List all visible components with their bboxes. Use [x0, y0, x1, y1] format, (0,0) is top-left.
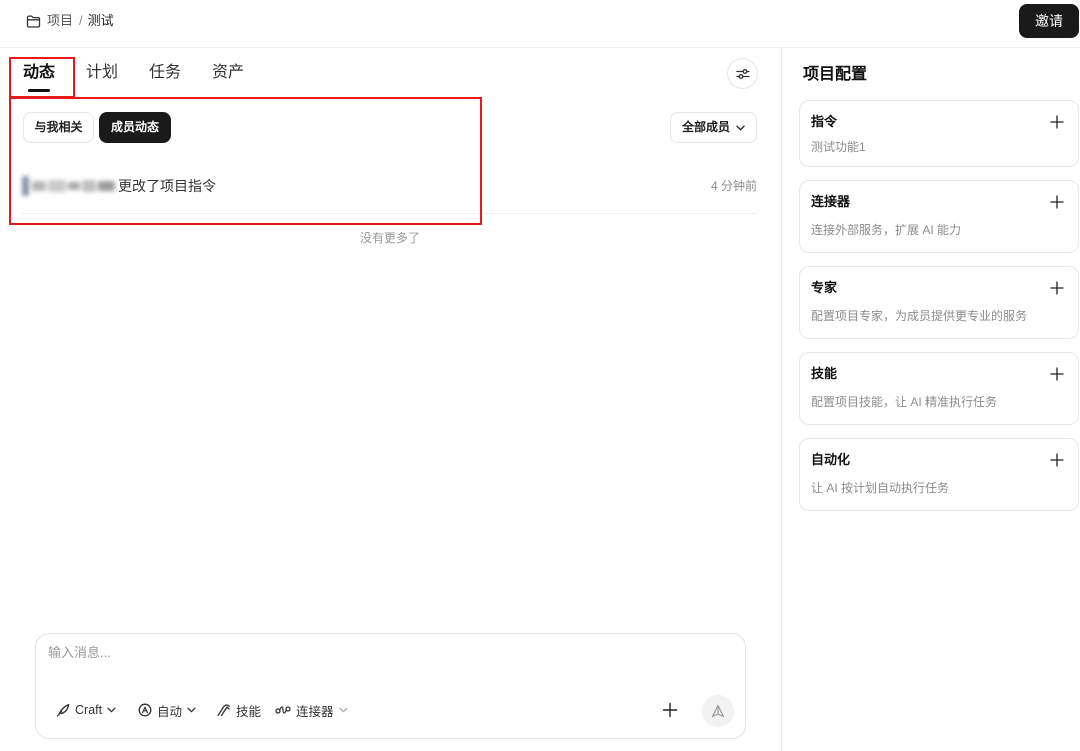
- model-label: Craft: [75, 703, 103, 717]
- chevron-down-icon: [736, 125, 745, 131]
- mode-select[interactable]: 自动: [138, 700, 196, 720]
- feed-divider: [22, 213, 757, 214]
- card-description: 测试功能1: [811, 140, 866, 154]
- add-instruction-button[interactable]: [1050, 115, 1064, 129]
- activity-item: 更改了项目指令 4 分钟前: [22, 175, 757, 197]
- breadcrumb: 项目 / 测试: [26, 12, 114, 30]
- config-card-experts[interactable]: 专家 配置项目专家，为成员提供更专业的服务: [799, 266, 1079, 339]
- tab-tasks[interactable]: 任务: [149, 63, 181, 83]
- add-automation-button[interactable]: [1050, 453, 1064, 467]
- active-tab-indicator: [28, 89, 50, 92]
- plus-icon: [1050, 115, 1064, 129]
- mode-label: 自动: [157, 704, 183, 719]
- card-title: 自动化: [811, 452, 851, 467]
- attach-button[interactable]: [662, 702, 678, 718]
- plus-icon: [1050, 367, 1064, 381]
- config-card-automation[interactable]: 自动化 让 AI 按计划自动执行任务: [799, 438, 1079, 511]
- plus-icon: [1050, 453, 1064, 467]
- connectors-label: 连接器: [296, 704, 334, 719]
- member-select-dropdown[interactable]: 全部成员: [670, 112, 757, 143]
- tab-assets[interactable]: 资产: [212, 63, 244, 83]
- send-icon: [711, 704, 725, 718]
- feed-settings-button[interactable]: [727, 58, 758, 89]
- tab-label: 任务: [149, 64, 182, 81]
- config-card-connectors[interactable]: 连接器 连接外部服务，扩展 AI 能力: [799, 180, 1079, 253]
- tab-activity[interactable]: 动态: [23, 63, 56, 92]
- sliders-icon: [735, 68, 750, 80]
- tab-label: 计划: [86, 64, 119, 81]
- add-skill-button[interactable]: [1050, 367, 1064, 381]
- add-connector-button[interactable]: [1050, 195, 1064, 209]
- plus-icon: [1050, 195, 1064, 209]
- breadcrumb-separator: /: [79, 13, 83, 28]
- chevron-down-icon: [107, 707, 116, 713]
- chevron-down-icon: [187, 707, 196, 713]
- add-expert-button[interactable]: [1050, 281, 1064, 295]
- activity-action-text: 更改了项目指令: [118, 178, 216, 194]
- model-select[interactable]: Craft: [56, 700, 116, 720]
- plus-icon: [1050, 281, 1064, 295]
- skills-icon: [216, 703, 231, 717]
- blurred-user-name: [22, 176, 116, 196]
- card-description: 配置项目专家，为成员提供更专业的服务: [811, 309, 1028, 323]
- card-description: 让 AI 按计划自动执行任务: [811, 481, 950, 495]
- breadcrumb-item-projects[interactable]: 项目: [47, 12, 73, 30]
- plus-icon: [662, 702, 678, 718]
- top-bar: 项目 / 测试 邀请: [0, 0, 1080, 48]
- folder-icon: [26, 14, 41, 28]
- config-card-list: 指令 测试功能1 连接器 连接外部服务，扩展 AI 能力 专家 配置项目专家，为…: [799, 100, 1079, 511]
- card-title: 连接器: [811, 194, 851, 209]
- breadcrumb-item-current: 测试: [87, 13, 114, 28]
- tab-label: 资产: [212, 64, 245, 81]
- card-description: 连接外部服务，扩展 AI 能力: [811, 223, 962, 237]
- filter-member-activity[interactable]: 成员动态: [99, 112, 171, 143]
- tab-label: 动态: [23, 64, 56, 81]
- invite-button[interactable]: 邀请: [1019, 4, 1079, 38]
- panel-divider: [781, 48, 782, 751]
- card-title: 技能: [811, 366, 838, 381]
- skills-button[interactable]: 技能: [216, 700, 261, 720]
- message-composer: Craft 自动 技能 连接器: [35, 633, 746, 739]
- panel-title: 项目配置: [803, 66, 868, 83]
- connector-icon: [275, 703, 291, 717]
- card-title: 指令: [811, 114, 838, 129]
- tab-plan[interactable]: 计划: [86, 63, 118, 83]
- config-card-instructions[interactable]: 指令 测试功能1: [799, 100, 1079, 167]
- send-button[interactable]: [702, 695, 734, 727]
- connectors-select[interactable]: 连接器: [275, 700, 348, 720]
- feed-end-text: 没有更多了: [359, 231, 420, 245]
- message-input[interactable]: [48, 643, 728, 663]
- skills-label: 技能: [236, 704, 262, 719]
- card-title: 专家: [811, 280, 838, 295]
- filter-related-to-me[interactable]: 与我相关: [23, 112, 94, 143]
- member-select-value: 全部成员: [681, 120, 730, 134]
- chevron-down-icon: [338, 707, 348, 713]
- feather-icon: [56, 703, 70, 717]
- auto-mode-icon: [138, 703, 152, 717]
- tab-bar: 动态 计划 任务 资产: [23, 63, 244, 92]
- activity-timestamp: 4 分钟前: [710, 179, 757, 193]
- card-description: 配置项目技能，让 AI 精准执行任务: [811, 395, 998, 409]
- config-card-skills[interactable]: 技能 配置项目技能，让 AI 精准执行任务: [799, 352, 1079, 425]
